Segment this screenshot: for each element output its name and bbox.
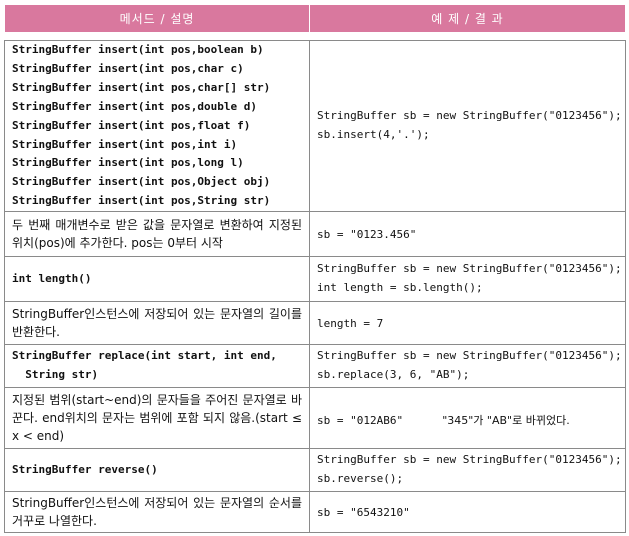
method-table-container: 메서드 / 설명 예 제 / 결 과 StringBuffer insert(i… [4, 4, 626, 534]
example-line: int length = sb.length(); [317, 281, 483, 295]
method-table: 메서드 / 설명 예 제 / 결 과 StringBuffer insert(i… [4, 4, 626, 534]
result-cell-replace: sb = "012AB6" "345"가 "AB"로 바뀌었다. [309, 387, 626, 450]
method-description-row-length: StringBuffer인스턴스에 저장되어 있는 문자열의 길이를 반환한다.… [4, 301, 626, 346]
method-signature-row-replace: StringBuffer replace(int start, int end,… [4, 344, 626, 389]
signature-line: StringBuffer insert(int pos,double d) [12, 99, 258, 113]
table-header-row: 메서드 / 설명 예 제 / 결 과 [4, 4, 626, 33]
signature-cell-insert: StringBuffer insert(int pos,boolean b) S… [4, 39, 310, 213]
description-cell-insert: 두 번째 매개변수로 받은 값을 문자열로 변환하여 지정된 위치(pos)에 … [4, 211, 310, 258]
example-line: sb.reverse(); [317, 472, 404, 486]
signature-line: int length() [12, 271, 92, 285]
example-line: StringBuffer sb = new StringBuffer("0123… [317, 262, 622, 276]
result-note: "345"가 "AB"로 바뀌었다. [442, 413, 570, 427]
signature-line: StringBuffer insert(int pos,String str) [12, 194, 271, 208]
example-cell-replace: StringBuffer sb = new StringBuffer("0123… [309, 344, 626, 389]
example-line: StringBuffer sb = new StringBuffer("0123… [317, 453, 622, 467]
method-signature-row-reverse: StringBuffer reverse() StringBuffer sb =… [4, 448, 626, 493]
description-cell-reverse: StringBuffer인스턴스에 저장되어 있는 문자열의 순서를 거꾸로 나… [4, 491, 310, 534]
signature-cell-length: int length() [4, 256, 310, 303]
result-value: sb = "012AB6" [317, 413, 404, 427]
signature-line: StringBuffer insert(int pos,long l) [12, 156, 244, 170]
description-cell-length: StringBuffer인스턴스에 저장되어 있는 문자열의 길이를 반환한다. [4, 301, 310, 346]
header-example-result: 예 제 / 결 과 [309, 4, 626, 33]
example-line: StringBuffer sb = new StringBuffer("0123… [317, 109, 622, 123]
example-line: sb.insert(4,'.'); [317, 128, 430, 142]
signature-line: StringBuffer reverse() [12, 462, 158, 476]
signature-line: StringBuffer insert(int pos,Object obj) [12, 175, 271, 189]
signature-cell-reverse: StringBuffer reverse() [4, 448, 310, 493]
example-line: StringBuffer sb = new StringBuffer("0123… [317, 349, 622, 363]
method-signature-row-length: int length() StringBuffer sb = new Strin… [4, 256, 626, 303]
signature-line: String str) [12, 368, 99, 382]
method-description-row-reverse: StringBuffer인스턴스에 저장되어 있는 문자열의 순서를 거꾸로 나… [4, 491, 626, 534]
signature-line: StringBuffer insert(int pos,char[] str) [12, 80, 271, 94]
method-signature-row-insert: StringBuffer insert(int pos,boolean b) S… [4, 39, 626, 213]
method-description-row-insert: 두 번째 매개변수로 받은 값을 문자열로 변환하여 지정된 위치(pos)에 … [4, 211, 626, 258]
example-cell-reverse: StringBuffer sb = new StringBuffer("0123… [309, 448, 626, 493]
signature-line: StringBuffer insert(int pos,char c) [12, 61, 244, 75]
signature-line: StringBuffer insert(int pos,boolean b) [12, 43, 264, 56]
example-cell-length: StringBuffer sb = new StringBuffer("0123… [309, 256, 626, 303]
header-method-description: 메서드 / 설명 [4, 4, 310, 33]
signature-line: StringBuffer replace(int start, int end, [12, 349, 277, 363]
signature-cell-replace: StringBuffer replace(int start, int end,… [4, 344, 310, 389]
signature-line: StringBuffer insert(int pos,int i) [12, 137, 238, 151]
method-description-row-replace: 지정된 범위(start~end)의 문자들을 주어진 문자열로 바꾼다. en… [4, 387, 626, 450]
header-gap [5, 33, 626, 41]
signature-line: StringBuffer insert(int pos,float f) [12, 118, 251, 132]
example-cell-insert: StringBuffer sb = new StringBuffer("0123… [309, 39, 626, 213]
description-cell-replace: 지정된 범위(start~end)의 문자들을 주어진 문자열로 바꾼다. en… [4, 387, 310, 450]
example-line: sb.replace(3, 6, "AB"); [317, 368, 470, 382]
result-cell-reverse: sb = "6543210" [309, 491, 626, 534]
result-cell-insert: sb = "0123.456" [309, 211, 626, 258]
result-cell-length: length = 7 [309, 301, 626, 346]
